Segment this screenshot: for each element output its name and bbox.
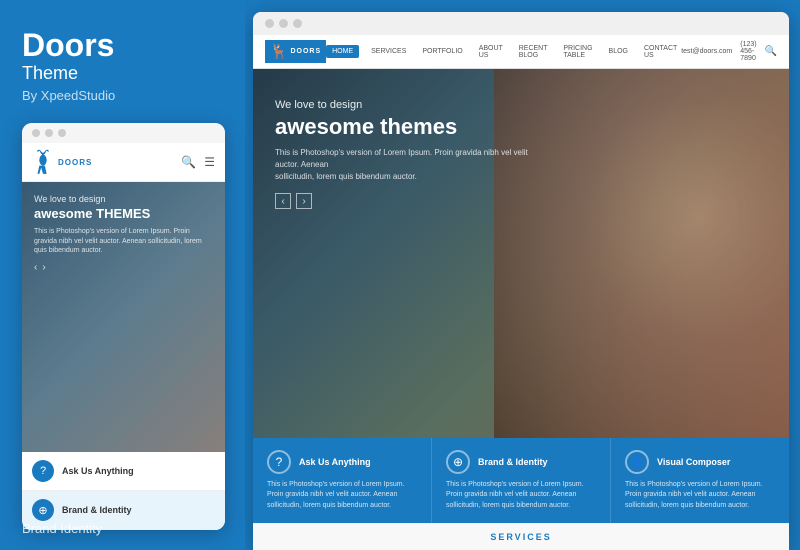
desktop-search-icon[interactable]: 🔍: [765, 46, 777, 57]
card-ask-icon: ?: [267, 450, 291, 474]
nav-blog2[interactable]: BLOG: [605, 45, 632, 58]
contact-email: test@doors.com: [681, 48, 732, 55]
desktop-nav[interactable]: HOME SERVICES PORTFOLIO ABOUT US RECENT …: [326, 42, 681, 62]
nav-about[interactable]: ABOUT US: [475, 42, 507, 62]
desktop-hero: We love to design awesome THEMES This is…: [253, 69, 789, 438]
mobile-hero: We love to design awesome THEMES This is…: [22, 182, 225, 452]
nav-home[interactable]: HOME: [326, 45, 359, 58]
desktop-dot-2: [279, 19, 288, 28]
dot-2: [45, 129, 53, 137]
desktop-card-ask: ? Ask Us Anything This is Photoshop's ve…: [253, 438, 432, 524]
desktop-logo-box: 🦌 DOORS: [265, 40, 326, 63]
desktop-dot-1: [265, 19, 274, 28]
desktop-deer-icon: 🦌: [270, 43, 287, 60]
desktop-hero-desc: This is Photoshop's version of Lorem Ips…: [275, 147, 535, 183]
mobile-mockup: DOORS 🔍 ☰ We love to design awesome THEM…: [22, 123, 225, 530]
mobile-logo: DOORS: [32, 148, 92, 176]
desktop-next-arrow[interactable]: ›: [296, 193, 312, 209]
card-composer-header: 👤 Visual Composer: [625, 450, 775, 474]
mobile-card-ask: ? Ask Us Anything: [22, 452, 225, 491]
desktop-topbar: [253, 12, 789, 35]
nav-contact[interactable]: CONTACT US: [640, 42, 681, 62]
mobile-topbar: [22, 123, 225, 143]
desktop-contact: test@doors.com (123) 456-7890 🔍: [681, 41, 777, 62]
mobile-nav-icons: 🔍 ☰: [181, 155, 215, 169]
card-composer-icon: 👤: [625, 450, 649, 474]
brand-icon: ⊕: [32, 499, 54, 521]
nav-pricing[interactable]: PRICING TABLE: [559, 42, 596, 62]
desktop-card-composer: 👤 Visual Composer This is Photoshop's ve…: [611, 438, 789, 524]
nav-services[interactable]: SERVICES: [367, 45, 410, 58]
card-brand-icon: ⊕: [446, 450, 470, 474]
right-panel: 🦌 DOORS HOME SERVICES PORTFOLIO ABOUT US…: [245, 0, 800, 550]
mobile-logo-text: DOORS: [58, 158, 92, 167]
desktop-hero-content: We love to design awesome THEMES This is…: [275, 99, 535, 209]
desktop-mockup: 🦌 DOORS HOME SERVICES PORTFOLIO ABOUT US…: [253, 12, 789, 550]
deer-icon: [32, 148, 54, 176]
brand-identity-label: Brand Identity: [22, 521, 102, 536]
desktop-hero-arrows: ‹ ›: [275, 193, 535, 209]
hero-face: [494, 69, 789, 438]
desktop-prev-arrow[interactable]: ‹: [275, 193, 291, 209]
desktop-card-brand: ⊕ Brand & Identity This is Photoshop's v…: [432, 438, 611, 524]
prev-arrow[interactable]: ‹: [34, 262, 37, 273]
mobile-hero-arrows: ‹ ›: [34, 262, 213, 273]
nav-portfolio[interactable]: PORTFOLIO: [418, 45, 466, 58]
desktop-cards: ? Ask Us Anything This is Photoshop's ve…: [253, 438, 789, 524]
services-section: SERVICES: [253, 523, 789, 550]
brand-title: Doors Theme By XpeedStudio: [22, 28, 225, 123]
desktop-dot-3: [293, 19, 302, 28]
next-arrow[interactable]: ›: [42, 262, 45, 273]
nav-blog[interactable]: RECENT BLOG: [515, 42, 552, 62]
desktop-header: 🦌 DOORS HOME SERVICES PORTFOLIO ABOUT US…: [253, 35, 789, 69]
contact-phone: (123) 456-7890: [740, 41, 756, 62]
ask-icon: ?: [32, 460, 54, 482]
mobile-cards: ? Ask Us Anything ⊕ Brand & Identity: [22, 452, 225, 530]
dot-1: [32, 129, 40, 137]
mobile-hero-content: We love to design awesome THEMES This is…: [34, 194, 213, 273]
menu-icon[interactable]: ☰: [204, 155, 215, 169]
mobile-nav: DOORS 🔍 ☰: [22, 143, 225, 182]
left-panel: Doors Theme By XpeedStudio: [0, 0, 245, 550]
desktop-logo: 🦌 DOORS: [265, 40, 326, 63]
card-brand-header: ⊕ Brand & Identity: [446, 450, 596, 474]
search-icon[interactable]: 🔍: [181, 155, 196, 169]
card-ask-header: ? Ask Us Anything: [267, 450, 417, 474]
dot-3: [58, 129, 66, 137]
